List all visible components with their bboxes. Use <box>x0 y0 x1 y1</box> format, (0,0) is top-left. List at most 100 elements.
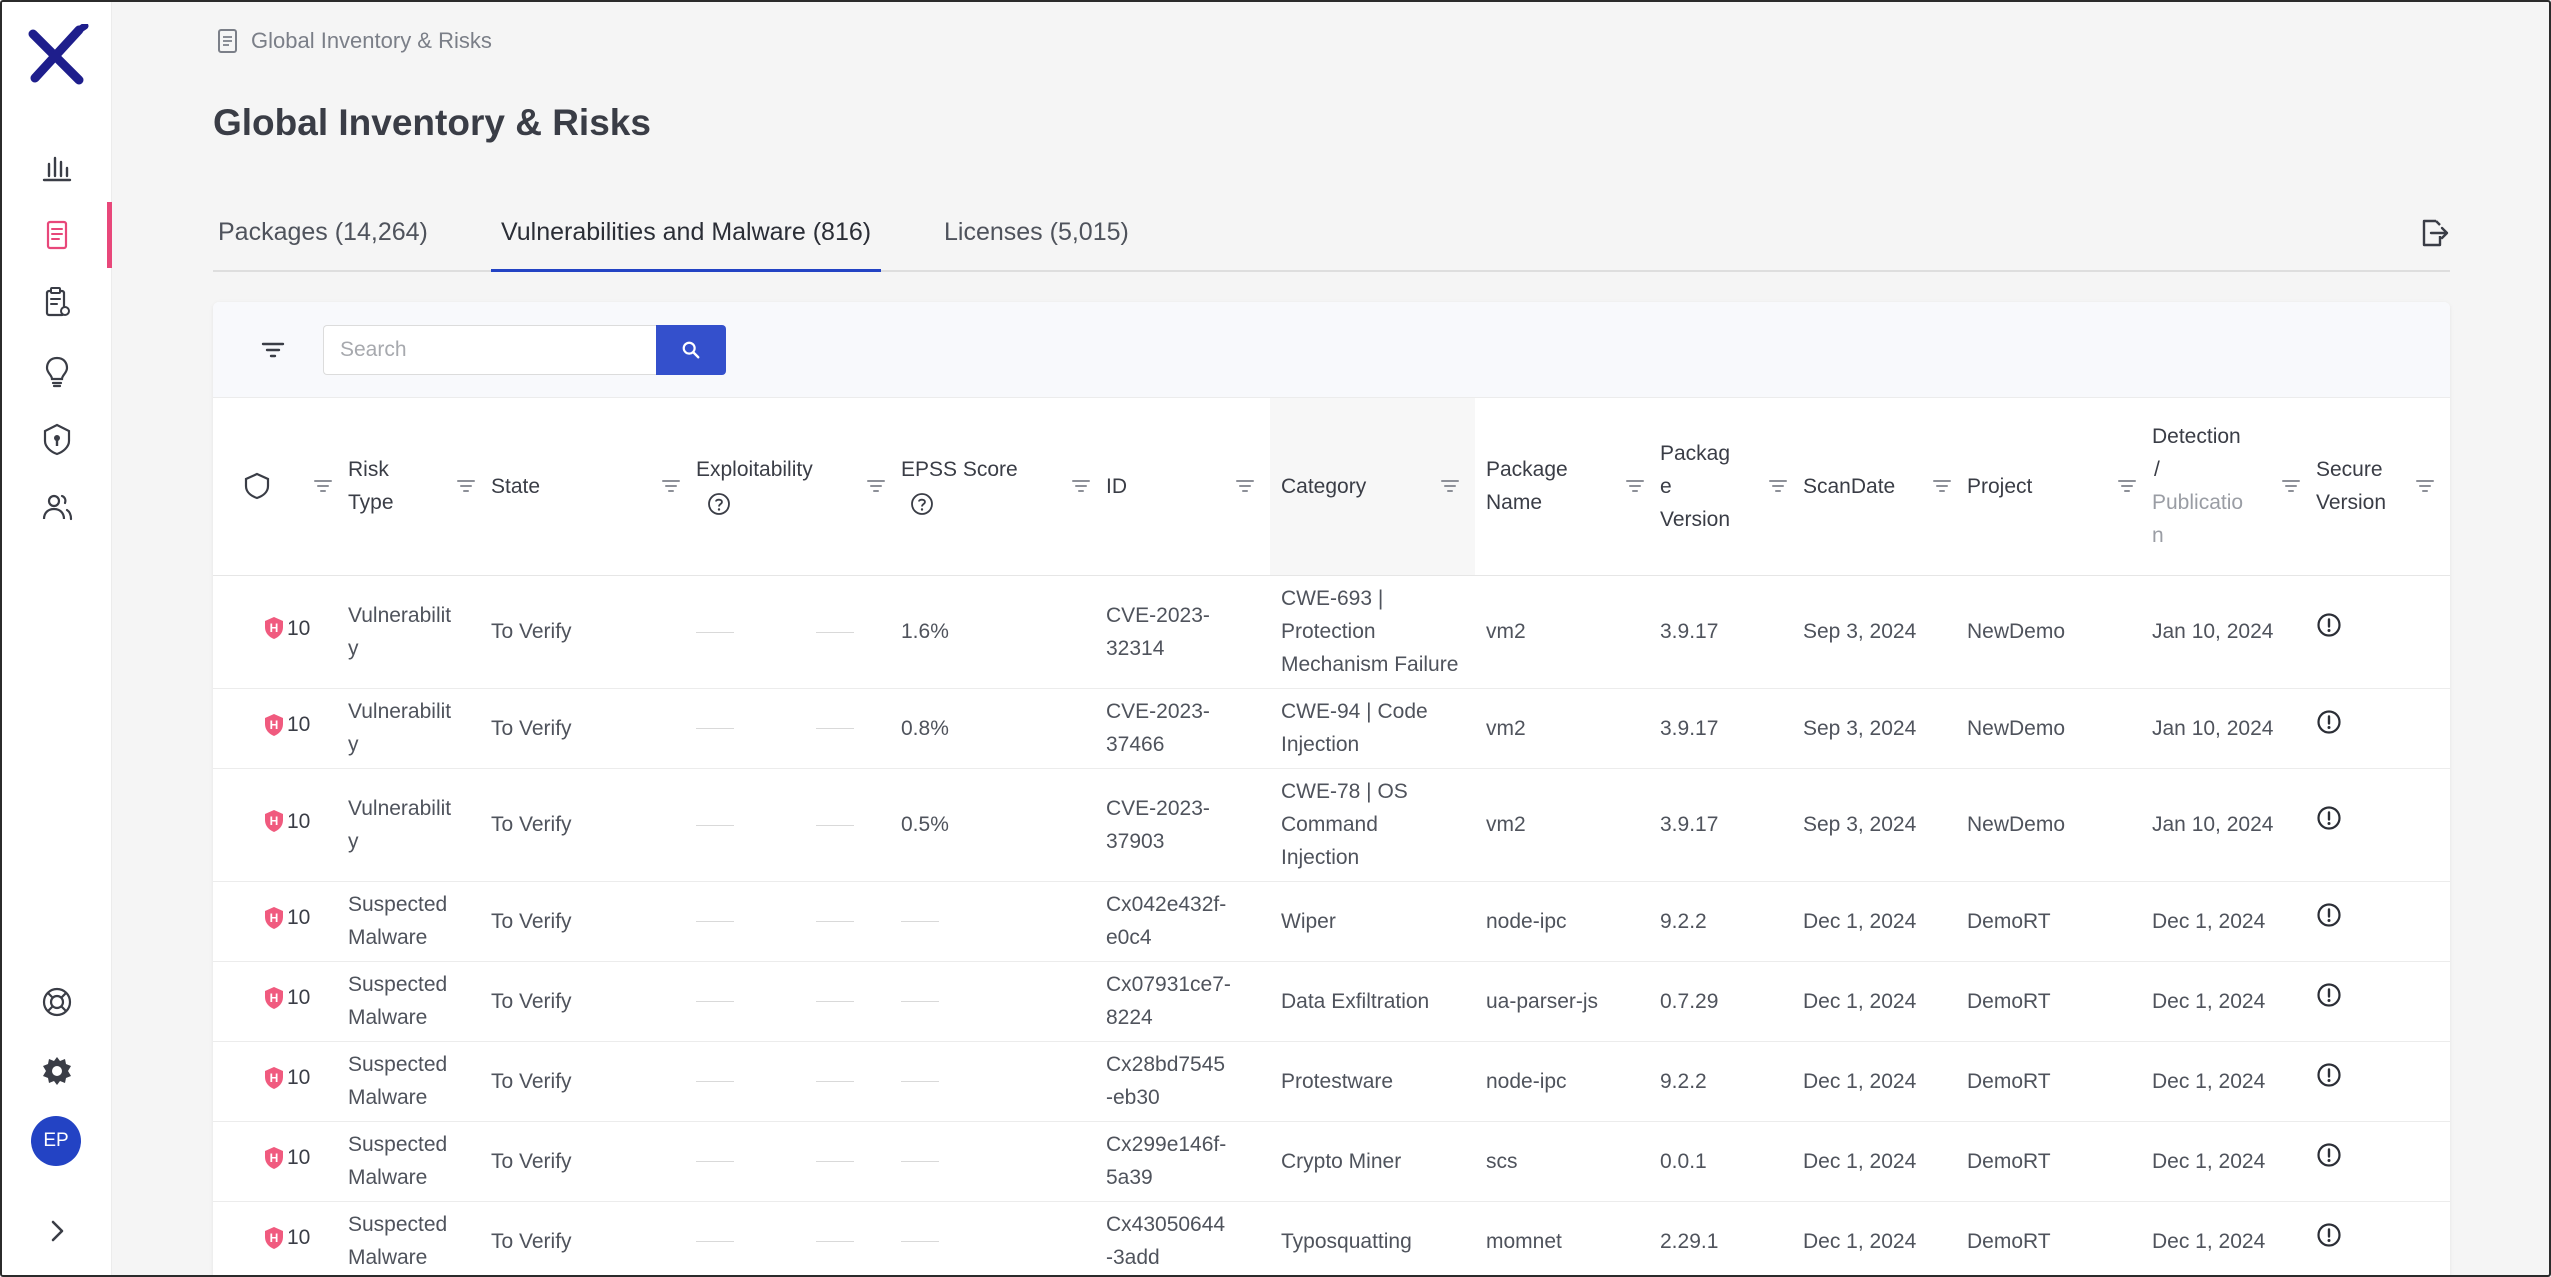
column-filter-icon[interactable] <box>1931 475 1953 497</box>
breadcrumb-item[interactable]: Global Inventory & Risks <box>251 28 492 54</box>
filter-icon[interactable] <box>258 335 288 365</box>
sidebar-item-users[interactable] <box>2 474 112 540</box>
empty-value <box>696 921 734 923</box>
export-icon[interactable] <box>2416 216 2450 250</box>
exploitability-cell <box>696 1201 901 1275</box>
search-input[interactable] <box>323 325 658 375</box>
table-row[interactable]: H 10 Vulnerabilit y To Verify 0.5% CVE-2023- 37… <box>213 768 2450 882</box>
info-alert-icon[interactable] <box>2316 612 2342 638</box>
sidebar-item-policies[interactable] <box>2 406 112 472</box>
sidebar-item-reports[interactable] <box>2 270 112 336</box>
table-toolbar <box>213 302 2450 398</box>
state-cell[interactable]: To Verify <box>491 1201 696 1275</box>
info-alert-icon[interactable] <box>2316 982 2342 1008</box>
state-cell[interactable]: To Verify <box>491 1041 696 1122</box>
search-button[interactable] <box>656 325 726 375</box>
header-package-version[interactable]: Packag e Version <box>1660 398 1803 576</box>
table-row[interactable]: H 10 Suspected Malware To Verify Cx299e146f- 5… <box>213 1121 2450 1202</box>
empty-value <box>816 1161 854 1163</box>
severity-badge: H 10 <box>263 1221 310 1254</box>
state-cell[interactable]: To Verify <box>491 688 696 769</box>
id-cell[interactable]: Cx43050644 -3add <box>1106 1201 1270 1275</box>
id-cell[interactable]: Cx042e432f-e0c4 <box>1106 881 1270 962</box>
table-row[interactable]: H 10 Suspected Malware To Verify Cx042e432f-e… <box>213 881 2450 962</box>
header-package-name[interactable]: Package Name <box>1475 398 1660 576</box>
state-cell[interactable]: To Verify <box>491 961 696 1042</box>
column-filter-icon[interactable] <box>455 475 477 497</box>
empty-value <box>901 921 939 923</box>
header-epss-score[interactable]: EPSS Score <box>901 398 1106 576</box>
table-row[interactable]: H 10 Suspected Malware To Verify Cx28bd7545 -e… <box>213 1041 2450 1122</box>
empty-value <box>696 1001 734 1003</box>
help-icon[interactable] <box>706 491 732 517</box>
info-alert-icon[interactable] <box>2316 1062 2342 1088</box>
sidebar-item-insights[interactable] <box>2 338 112 404</box>
header-id[interactable]: ID <box>1106 398 1270 576</box>
id-cell[interactable]: Cx28bd7545 -eb30 <box>1106 1041 1270 1122</box>
column-filter-icon[interactable] <box>1439 475 1461 497</box>
scan-date-cell: Dec 1, 2024 <box>1803 961 1967 1042</box>
tab-packages[interactable]: Packages (14,264) <box>218 218 428 270</box>
package-version-cell: 9.2.2 <box>1660 1041 1803 1122</box>
state-cell[interactable]: To Verify <box>491 1121 696 1202</box>
sidebar-item-dashboard[interactable] <box>2 134 112 200</box>
package-name-cell: node-ipc <box>1475 881 1660 962</box>
column-filter-icon[interactable] <box>1767 475 1789 497</box>
package-version-cell: 3.9.17 <box>1660 575 1803 689</box>
info-alert-icon[interactable] <box>2316 1222 2342 1248</box>
secure-version-cell <box>2316 881 2450 962</box>
search-icon <box>682 341 700 359</box>
package-version-cell: 2.29.1 <box>1660 1201 1803 1275</box>
svg-text:H: H <box>270 718 279 732</box>
info-alert-icon[interactable] <box>2316 709 2342 735</box>
column-filter-icon[interactable] <box>1234 475 1256 497</box>
header-detection-publication[interactable]: Detection / Publicatio n <box>2152 398 2316 576</box>
header-category[interactable]: Category <box>1270 398 1475 576</box>
tab-vulnerabilities-and-malware[interactable]: Vulnerabilities and Malware (816) <box>490 218 882 272</box>
column-filter-icon[interactable] <box>2116 475 2138 497</box>
column-filter-icon[interactable] <box>312 475 334 497</box>
id-cell[interactable]: Cx07931ce7- 8224 <box>1106 961 1270 1042</box>
column-filter-icon[interactable] <box>2280 475 2302 497</box>
column-filter-icon[interactable] <box>865 475 887 497</box>
empty-value <box>696 728 734 730</box>
header-exploitability[interactable]: Exploitability <box>696 398 901 576</box>
brand-logo-icon[interactable] <box>27 24 89 86</box>
column-filter-icon[interactable] <box>1624 475 1646 497</box>
sidebar-expand-button[interactable] <box>2 1198 112 1264</box>
header-state[interactable]: State <box>491 398 696 576</box>
sidebar-item-global-inventory[interactable] <box>2 202 112 268</box>
id-cell[interactable]: CVE-2023- 32314 <box>1106 575 1270 689</box>
info-alert-icon[interactable] <box>2316 902 2342 928</box>
table-row[interactable]: H 10 Suspected Malware To Verify Cx43050644 -3… <box>213 1201 2450 1275</box>
avatar[interactable]: EP <box>31 1116 81 1166</box>
info-alert-icon[interactable] <box>2316 1142 2342 1168</box>
id-cell[interactable]: CVE-2023- 37466 <box>1106 688 1270 769</box>
table-row[interactable]: H 10 Vulnerabilit y To Verify 0.8% CVE-2023- 37… <box>213 688 2450 769</box>
table-row[interactable]: H 10 Vulnerabilit y To Verify 1.6% CVE-2023- 32… <box>213 575 2450 689</box>
help-icon[interactable] <box>909 491 935 517</box>
header-secure-version[interactable]: Secure Version <box>2316 398 2450 576</box>
sidebar-item-settings[interactable] <box>2 1038 112 1104</box>
category-cell: Crypto Miner <box>1270 1121 1475 1202</box>
tab-licenses[interactable]: Licenses (5,015) <box>944 218 1129 270</box>
table-row[interactable]: H 10 Suspected Malware To Verify Cx07931ce7- 8… <box>213 961 2450 1042</box>
results-card: RiskType State Exploitability <box>213 302 2450 1275</box>
column-filter-icon[interactable] <box>1070 475 1092 497</box>
id-cell[interactable]: Cx299e146f- 5a39 <box>1106 1121 1270 1202</box>
column-filter-icon[interactable] <box>2414 475 2436 497</box>
sidebar-item-help[interactable] <box>2 969 112 1035</box>
epss-cell: 0.8% <box>901 688 1106 769</box>
header-scan-date[interactable]: ScanDate <box>1803 398 1967 576</box>
state-cell[interactable]: To Verify <box>491 575 696 689</box>
secure-version-cell <box>2316 768 2450 882</box>
id-cell[interactable]: CVE-2023- 37903 <box>1106 768 1270 882</box>
state-cell[interactable]: To Verify <box>491 881 696 962</box>
header-project[interactable]: Project <box>1967 398 2152 576</box>
severity-badge: H 10 <box>263 612 310 645</box>
header-risk-type[interactable]: Risk Type <box>348 398 491 576</box>
state-cell[interactable]: To Verify <box>491 768 696 882</box>
empty-value <box>816 1081 854 1083</box>
info-alert-icon[interactable] <box>2316 805 2342 831</box>
column-filter-icon[interactable] <box>660 475 682 497</box>
